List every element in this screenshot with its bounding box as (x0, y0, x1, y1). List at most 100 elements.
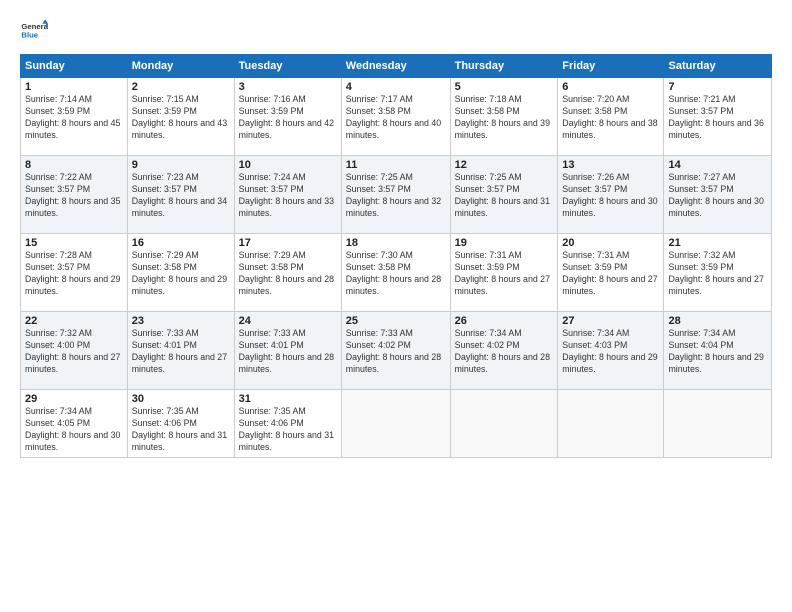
calendar-cell: 25 Sunrise: 7:33 AM Sunset: 4:02 PM Dayl… (341, 312, 450, 390)
day-info: Sunrise: 7:21 AM Sunset: 3:57 PM Dayligh… (668, 94, 767, 142)
day-number: 10 (239, 159, 337, 171)
calendar-table: SundayMondayTuesdayWednesdayThursdayFrid… (20, 54, 772, 458)
calendar-cell: 2 Sunrise: 7:15 AM Sunset: 3:59 PM Dayli… (127, 78, 234, 156)
day-number: 9 (132, 159, 230, 171)
calendar-week-2: 8 Sunrise: 7:22 AM Sunset: 3:57 PM Dayli… (21, 156, 772, 234)
day-number: 1 (25, 81, 123, 93)
calendar-cell (558, 390, 664, 458)
weekday-header-thursday: Thursday (450, 55, 558, 78)
calendar-cell: 21 Sunrise: 7:32 AM Sunset: 3:59 PM Dayl… (664, 234, 772, 312)
day-number: 5 (455, 81, 554, 93)
calendar-cell: 4 Sunrise: 7:17 AM Sunset: 3:58 PM Dayli… (341, 78, 450, 156)
day-info: Sunrise: 7:26 AM Sunset: 3:57 PM Dayligh… (562, 172, 659, 220)
calendar-cell (341, 390, 450, 458)
day-info: Sunrise: 7:33 AM Sunset: 4:01 PM Dayligh… (132, 328, 230, 376)
day-number: 11 (346, 159, 446, 171)
calendar-cell: 1 Sunrise: 7:14 AM Sunset: 3:59 PM Dayli… (21, 78, 128, 156)
calendar-cell: 8 Sunrise: 7:22 AM Sunset: 3:57 PM Dayli… (21, 156, 128, 234)
day-number: 20 (562, 237, 659, 249)
calendar-cell: 19 Sunrise: 7:31 AM Sunset: 3:59 PM Dayl… (450, 234, 558, 312)
day-number: 14 (668, 159, 767, 171)
day-info: Sunrise: 7:32 AM Sunset: 4:00 PM Dayligh… (25, 328, 123, 376)
day-number: 6 (562, 81, 659, 93)
day-info: Sunrise: 7:33 AM Sunset: 4:01 PM Dayligh… (239, 328, 337, 376)
day-number: 19 (455, 237, 554, 249)
logo: General Blue (20, 18, 50, 46)
day-info: Sunrise: 7:29 AM Sunset: 3:58 PM Dayligh… (132, 250, 230, 298)
svg-text:Blue: Blue (21, 31, 38, 40)
calendar-cell: 5 Sunrise: 7:18 AM Sunset: 3:58 PM Dayli… (450, 78, 558, 156)
calendar-cell: 10 Sunrise: 7:24 AM Sunset: 3:57 PM Dayl… (234, 156, 341, 234)
day-number: 2 (132, 81, 230, 93)
day-info: Sunrise: 7:24 AM Sunset: 3:57 PM Dayligh… (239, 172, 337, 220)
day-info: Sunrise: 7:34 AM Sunset: 4:03 PM Dayligh… (562, 328, 659, 376)
day-number: 15 (25, 237, 123, 249)
day-number: 31 (239, 393, 337, 405)
day-info: Sunrise: 7:32 AM Sunset: 3:59 PM Dayligh… (668, 250, 767, 298)
logo-icon: General Blue (20, 18, 48, 46)
weekday-header-friday: Friday (558, 55, 664, 78)
day-info: Sunrise: 7:14 AM Sunset: 3:59 PM Dayligh… (25, 94, 123, 142)
day-number: 8 (25, 159, 123, 171)
day-info: Sunrise: 7:22 AM Sunset: 3:57 PM Dayligh… (25, 172, 123, 220)
calendar-cell: 18 Sunrise: 7:30 AM Sunset: 3:58 PM Dayl… (341, 234, 450, 312)
weekday-header-saturday: Saturday (664, 55, 772, 78)
day-number: 16 (132, 237, 230, 249)
day-number: 27 (562, 315, 659, 327)
calendar-cell: 6 Sunrise: 7:20 AM Sunset: 3:58 PM Dayli… (558, 78, 664, 156)
day-info: Sunrise: 7:30 AM Sunset: 3:58 PM Dayligh… (346, 250, 446, 298)
calendar-cell: 16 Sunrise: 7:29 AM Sunset: 3:58 PM Dayl… (127, 234, 234, 312)
day-info: Sunrise: 7:34 AM Sunset: 4:04 PM Dayligh… (668, 328, 767, 376)
calendar-cell: 15 Sunrise: 7:28 AM Sunset: 3:57 PM Dayl… (21, 234, 128, 312)
day-number: 7 (668, 81, 767, 93)
calendar-cell: 28 Sunrise: 7:34 AM Sunset: 4:04 PM Dayl… (664, 312, 772, 390)
calendar-cell: 26 Sunrise: 7:34 AM Sunset: 4:02 PM Dayl… (450, 312, 558, 390)
day-number: 4 (346, 81, 446, 93)
calendar-cell: 29 Sunrise: 7:34 AM Sunset: 4:05 PM Dayl… (21, 390, 128, 458)
calendar-week-1: 1 Sunrise: 7:14 AM Sunset: 3:59 PM Dayli… (21, 78, 772, 156)
calendar-week-3: 15 Sunrise: 7:28 AM Sunset: 3:57 PM Dayl… (21, 234, 772, 312)
calendar-cell: 24 Sunrise: 7:33 AM Sunset: 4:01 PM Dayl… (234, 312, 341, 390)
calendar-cell: 17 Sunrise: 7:29 AM Sunset: 3:58 PM Dayl… (234, 234, 341, 312)
day-info: Sunrise: 7:35 AM Sunset: 4:06 PM Dayligh… (132, 406, 230, 454)
calendar-cell (664, 390, 772, 458)
day-info: Sunrise: 7:20 AM Sunset: 3:58 PM Dayligh… (562, 94, 659, 142)
calendar-cell: 7 Sunrise: 7:21 AM Sunset: 3:57 PM Dayli… (664, 78, 772, 156)
day-info: Sunrise: 7:29 AM Sunset: 3:58 PM Dayligh… (239, 250, 337, 298)
day-info: Sunrise: 7:27 AM Sunset: 3:57 PM Dayligh… (668, 172, 767, 220)
day-number: 30 (132, 393, 230, 405)
day-number: 26 (455, 315, 554, 327)
day-number: 29 (25, 393, 123, 405)
day-info: Sunrise: 7:25 AM Sunset: 3:57 PM Dayligh… (346, 172, 446, 220)
calendar-week-4: 22 Sunrise: 7:32 AM Sunset: 4:00 PM Dayl… (21, 312, 772, 390)
day-info: Sunrise: 7:18 AM Sunset: 3:58 PM Dayligh… (455, 94, 554, 142)
day-info: Sunrise: 7:15 AM Sunset: 3:59 PM Dayligh… (132, 94, 230, 142)
weekday-header-monday: Monday (127, 55, 234, 78)
day-info: Sunrise: 7:34 AM Sunset: 4:02 PM Dayligh… (455, 328, 554, 376)
calendar-cell: 23 Sunrise: 7:33 AM Sunset: 4:01 PM Dayl… (127, 312, 234, 390)
day-info: Sunrise: 7:16 AM Sunset: 3:59 PM Dayligh… (239, 94, 337, 142)
calendar-cell: 22 Sunrise: 7:32 AM Sunset: 4:00 PM Dayl… (21, 312, 128, 390)
day-info: Sunrise: 7:28 AM Sunset: 3:57 PM Dayligh… (25, 250, 123, 298)
weekday-header-row: SundayMondayTuesdayWednesdayThursdayFrid… (21, 55, 772, 78)
day-number: 23 (132, 315, 230, 327)
day-info: Sunrise: 7:31 AM Sunset: 3:59 PM Dayligh… (562, 250, 659, 298)
calendar-cell: 20 Sunrise: 7:31 AM Sunset: 3:59 PM Dayl… (558, 234, 664, 312)
calendar-cell (450, 390, 558, 458)
calendar-cell: 14 Sunrise: 7:27 AM Sunset: 3:57 PM Dayl… (664, 156, 772, 234)
calendar-cell: 9 Sunrise: 7:23 AM Sunset: 3:57 PM Dayli… (127, 156, 234, 234)
calendar-cell: 31 Sunrise: 7:35 AM Sunset: 4:06 PM Dayl… (234, 390, 341, 458)
day-number: 18 (346, 237, 446, 249)
day-number: 21 (668, 237, 767, 249)
day-info: Sunrise: 7:17 AM Sunset: 3:58 PM Dayligh… (346, 94, 446, 142)
weekday-header-tuesday: Tuesday (234, 55, 341, 78)
day-number: 28 (668, 315, 767, 327)
calendar-cell: 3 Sunrise: 7:16 AM Sunset: 3:59 PM Dayli… (234, 78, 341, 156)
day-number: 17 (239, 237, 337, 249)
page: General Blue SundayMondayTuesdayWednesda… (0, 0, 792, 612)
day-number: 22 (25, 315, 123, 327)
day-info: Sunrise: 7:25 AM Sunset: 3:57 PM Dayligh… (455, 172, 554, 220)
day-info: Sunrise: 7:23 AM Sunset: 3:57 PM Dayligh… (132, 172, 230, 220)
weekday-header-wednesday: Wednesday (341, 55, 450, 78)
day-number: 13 (562, 159, 659, 171)
